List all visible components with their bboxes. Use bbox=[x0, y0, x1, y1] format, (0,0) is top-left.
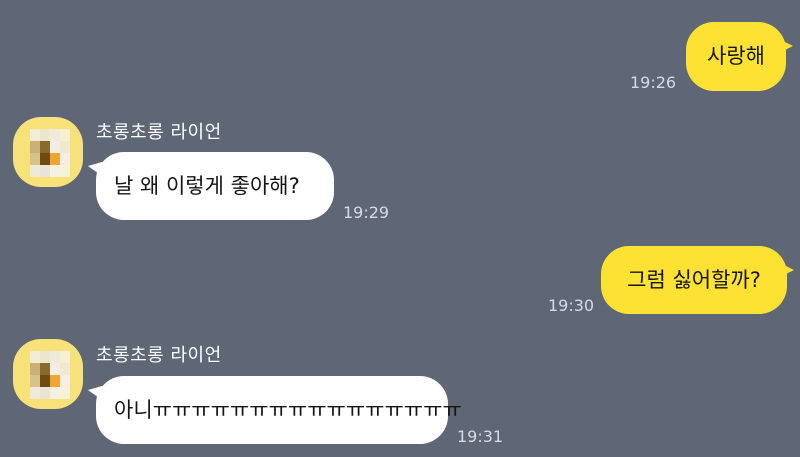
message-time: 19:31 bbox=[457, 427, 504, 446]
message-text: 사랑해 bbox=[707, 44, 765, 68]
message-time: 19:26 bbox=[630, 73, 677, 92]
incoming-message-bubble[interactable]: 아니ㅠㅠㅠㅠㅠㅠㅠㅠㅠㅠㅠㅠㅠㅠㅠㅠ bbox=[88, 376, 462, 444]
pixelated-face-icon bbox=[30, 351, 70, 399]
outgoing-message-bubble[interactable]: 사랑해 bbox=[686, 22, 793, 91]
sender-name: 초롱초롱 라이언 bbox=[96, 122, 222, 143]
message-text: 날 왜 이렇게 좋아해? bbox=[114, 173, 300, 198]
message-time: 19:29 bbox=[343, 203, 390, 222]
incoming-message-bubble[interactable]: 날 왜 이렇게 좋아해? bbox=[88, 152, 334, 220]
chat-room: 19:26 사랑해 초롱초롱 라이언 날 왜 이렇게 좋아해? 19:29 19… bbox=[0, 0, 800, 457]
outgoing-message-bubble[interactable]: 그럼 싫어할까? bbox=[601, 246, 794, 314]
sender-name: 초롱초롱 라이언 bbox=[96, 345, 222, 366]
sender-avatar[interactable] bbox=[13, 117, 83, 187]
message-text: 그럼 싫어할까? bbox=[627, 267, 761, 292]
pixelated-face-icon bbox=[30, 129, 70, 177]
sender-avatar[interactable] bbox=[13, 339, 83, 409]
message-text: 아니ㅠㅠㅠㅠㅠㅠㅠㅠㅠㅠㅠㅠㅠㅠㅠㅠ bbox=[114, 397, 462, 422]
message-time: 19:30 bbox=[548, 296, 595, 315]
